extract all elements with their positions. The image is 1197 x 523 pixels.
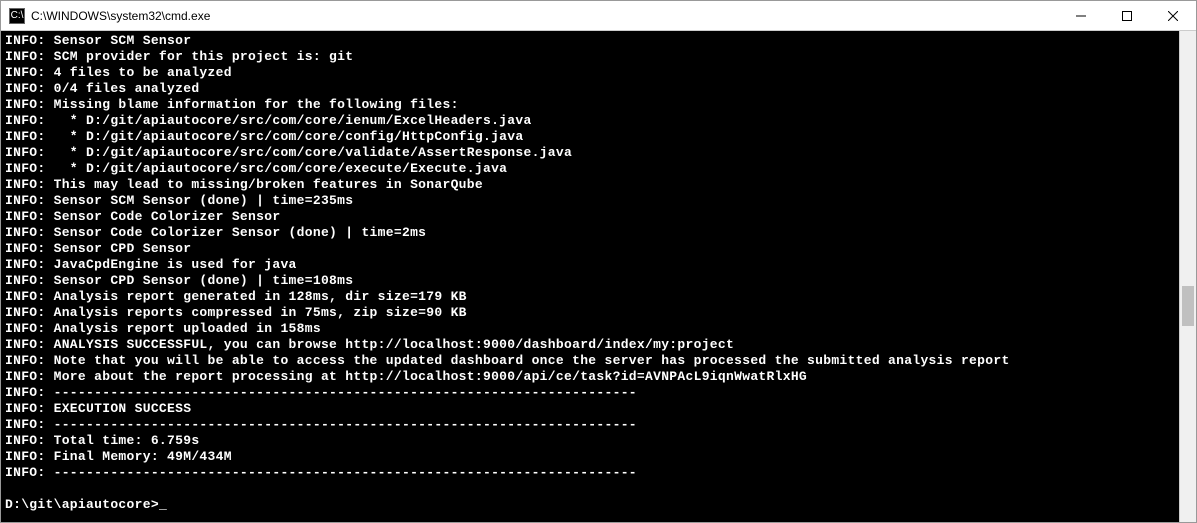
console-line: INFO: * D:/git/apiautocore/src/com/core/… (5, 129, 1175, 145)
console-line: INFO: Sensor CPD Sensor (done) | time=10… (5, 273, 1175, 289)
maximize-icon (1122, 11, 1132, 21)
console-line: INFO: ----------------------------------… (5, 417, 1175, 433)
maximize-button[interactable] (1104, 1, 1150, 30)
window-controls (1058, 1, 1196, 30)
console-line: INFO: This may lead to missing/broken fe… (5, 177, 1175, 193)
minimize-button[interactable] (1058, 1, 1104, 30)
console-line: INFO: Sensor SCM Sensor (5, 33, 1175, 49)
vertical-scrollbar[interactable] (1179, 31, 1196, 522)
console-line: INFO: Sensor CPD Sensor (5, 241, 1175, 257)
close-icon (1168, 11, 1178, 21)
console-line: INFO: 0/4 files analyzed (5, 81, 1175, 97)
titlebar: C:\ C:\WINDOWS\system32\cmd.exe (1, 1, 1196, 31)
close-button[interactable] (1150, 1, 1196, 30)
scrollbar-thumb[interactable] (1182, 286, 1194, 326)
console-line: INFO: * D:/git/apiautocore/src/com/core/… (5, 161, 1175, 177)
console-line: INFO: * D:/git/apiautocore/src/com/core/… (5, 113, 1175, 129)
console-prompt[interactable]: D:\git\apiautocore>_ (5, 497, 1175, 513)
cursor: _ (159, 497, 167, 513)
console-line: INFO: Sensor SCM Sensor (done) | time=23… (5, 193, 1175, 209)
console-line: INFO: Missing blame information for the … (5, 97, 1175, 113)
console-line: INFO: SCM provider for this project is: … (5, 49, 1175, 65)
console-line: INFO: More about the report processing a… (5, 369, 1175, 385)
console-line: INFO: ANALYSIS SUCCESSFUL, you can brows… (5, 337, 1175, 353)
console-line: INFO: Analysis report generated in 128ms… (5, 289, 1175, 305)
minimize-icon (1076, 11, 1086, 21)
console-line: INFO: ----------------------------------… (5, 385, 1175, 401)
console-line (5, 481, 1175, 497)
console-line: INFO: Total time: 6.759s (5, 433, 1175, 449)
console-output[interactable]: INFO: Sensor SCM SensorINFO: SCM provide… (1, 31, 1179, 522)
console-line: INFO: 4 files to be analyzed (5, 65, 1175, 81)
console-line: INFO: Sensor Code Colorizer Sensor (5, 209, 1175, 225)
console-line: INFO: Analysis report uploaded in 158ms (5, 321, 1175, 337)
console-line: INFO: JavaCpdEngine is used for java (5, 257, 1175, 273)
console-line: INFO: * D:/git/apiautocore/src/com/core/… (5, 145, 1175, 161)
cmd-window: C:\ C:\WINDOWS\system32\cmd.exe INFO: Se… (0, 0, 1197, 523)
console-line: INFO: ----------------------------------… (5, 465, 1175, 481)
console-line: INFO: EXECUTION SUCCESS (5, 401, 1175, 417)
cmd-icon: C:\ (9, 8, 25, 24)
console-line: INFO: Sensor Code Colorizer Sensor (done… (5, 225, 1175, 241)
console-wrapper: INFO: Sensor SCM SensorINFO: SCM provide… (1, 31, 1196, 522)
console-line: INFO: Note that you will be able to acce… (5, 353, 1175, 369)
window-title: C:\WINDOWS\system32\cmd.exe (31, 9, 1058, 23)
console-line: INFO: Analysis reports compressed in 75m… (5, 305, 1175, 321)
console-line: INFO: Final Memory: 49M/434M (5, 449, 1175, 465)
